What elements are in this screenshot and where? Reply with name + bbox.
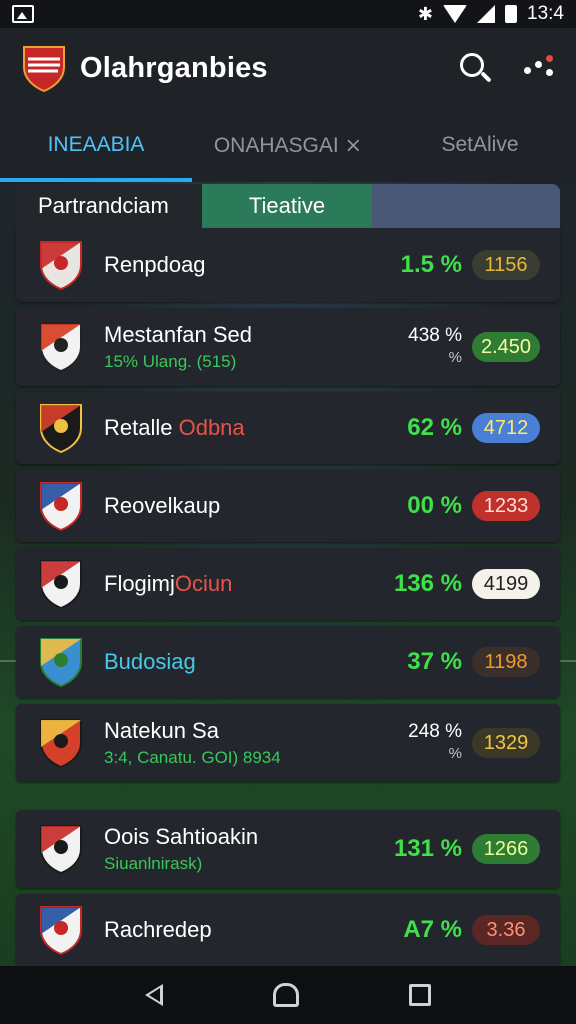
more-options-icon[interactable]: [522, 53, 556, 83]
percentage-value: 00 %: [407, 492, 462, 519]
back-icon[interactable]: [145, 984, 163, 1006]
team-name: Retalle Odbna: [104, 415, 245, 441]
score-badge: 1198: [472, 647, 540, 677]
recent-apps-icon[interactable]: [409, 984, 431, 1006]
team-row[interactable]: Mestanfan Sed 15% Ulang. (515) 438 %% 2.450: [16, 308, 560, 386]
segment-third[interactable]: [372, 184, 560, 228]
team-crest-icon: [38, 823, 84, 875]
team-subtitle: 3:4, Canatu. GOI) 8934: [104, 748, 281, 767]
team-name-text: Mestanfan Sed: [104, 322, 252, 347]
team-name-highlight: Ociun: [174, 571, 233, 596]
standings-panel: Partrandciam Tieative Renpdoag 1.5 % 1156 M…: [16, 184, 560, 966]
team-name: Budosiag: [104, 649, 196, 675]
team-percentage: A7 %: [403, 916, 462, 944]
team-crest-icon: [38, 636, 84, 688]
percentage-value: 1.5 %: [400, 251, 462, 278]
team-row[interactable]: Budosiag 37 % 1198: [16, 626, 560, 698]
score-badge: 1266: [472, 834, 540, 864]
team-row[interactable]: Reovelkaup 00 % 1233: [16, 470, 560, 542]
team-crest-icon: [38, 480, 84, 532]
tab-bar: INEAABIA ONAHASGAI ⨯ SetAlive: [0, 108, 576, 182]
score-badge: 2.450: [472, 332, 540, 362]
team-crest-icon: [38, 904, 84, 956]
team-percentage: 438 %%: [408, 325, 462, 369]
team-row[interactable]: Rachredep A7 % 3.36: [16, 894, 560, 966]
team-percentage: 248 %%: [408, 721, 462, 765]
app-title: Olahrganbies: [80, 51, 268, 84]
team-percentage: 00 %: [407, 492, 462, 520]
app-bar: Olahrganbies: [0, 28, 576, 108]
tab-setalive[interactable]: SetAlive: [384, 108, 576, 182]
team-percentage: 37 %: [407, 648, 462, 676]
search-icon[interactable]: [458, 51, 492, 85]
status-time: 13:4: [527, 3, 564, 24]
team-percentage: 62 %: [407, 414, 462, 442]
team-name-text: Reovelkaup: [104, 493, 221, 518]
segment-first[interactable]: Partrandciam: [16, 184, 202, 228]
team-name-text: Rachredep: [104, 917, 212, 942]
shield-logo-icon: [20, 43, 68, 93]
team-crest-icon: [38, 239, 84, 291]
tab-ineaabia[interactable]: INEAABIA: [0, 108, 192, 182]
team-name: Oois Sahtioakin: [104, 824, 258, 850]
team-percentage: 136 %: [394, 570, 462, 598]
team-crest-icon: [38, 321, 84, 373]
segment-second[interactable]: Tieative: [202, 184, 372, 228]
list-divider: [16, 782, 560, 804]
signal-icon: [477, 5, 496, 23]
score-badge: 1329: [472, 728, 540, 758]
score-badge: 4712: [472, 413, 540, 443]
team-name-text: Budosiag: [104, 649, 196, 674]
segment-control: Partrandciam Tieative: [16, 184, 560, 228]
team-name-text: Oois Sahtioakin: [104, 824, 259, 849]
team-row[interactable]: Natekun Sa 3:4, Canatu. GOI) 8934 248 %% 13…: [16, 704, 560, 782]
team-percentage: 131 %: [394, 835, 462, 863]
team-row[interactable]: Renpdoag 1.5 % 1156: [16, 228, 560, 302]
percentage-value: 248 %: [408, 721, 462, 742]
team-name: Reovelkaup: [104, 493, 220, 519]
team-name-highlight: Odbna: [178, 415, 245, 440]
team-name: Renpdoag: [104, 252, 206, 278]
team-name-text: Natekun Sa: [104, 718, 219, 743]
bluetooth-icon: ✱: [417, 3, 434, 24]
percentage-value: 131 %: [393, 835, 462, 862]
team-subtitle: Siuanlnirask): [104, 854, 203, 873]
navigation-bar: [0, 966, 576, 1024]
image-icon: [12, 5, 34, 23]
team-name-text: Renpdoag: [104, 252, 206, 277]
team-list: Renpdoag 1.5 % 1156 Mestanfan Sed 15% Ulang.…: [16, 228, 560, 966]
team-crest-icon: [38, 717, 84, 769]
percentage-sub: %: [448, 745, 462, 762]
percentage-value: A7 %: [403, 916, 462, 943]
percentage-value: 136 %: [393, 570, 462, 597]
team-row[interactable]: Oois Sahtioakin Siuanlnirask) 131 % 1266: [16, 810, 560, 888]
team-name: Rachredep: [104, 917, 212, 943]
team-row[interactable]: FlogimjOciun 136 % 4199: [16, 548, 560, 620]
percentage-value: 438 %: [408, 325, 462, 346]
team-name: Natekun Sa: [104, 718, 281, 744]
team-name-text: Retalle: [104, 415, 179, 440]
team-row[interactable]: Retalle Odbna 62 % 4712: [16, 392, 560, 464]
percentage-value: 62 %: [407, 414, 462, 441]
score-badge: 1156: [472, 250, 540, 280]
tab-onahasgai[interactable]: ONAHASGAI ⨯: [192, 108, 384, 182]
score-badge: 3.36: [472, 915, 540, 945]
score-badge: 4199: [472, 569, 540, 599]
team-subtitle: 15% Ulang. (515): [104, 352, 237, 371]
home-icon[interactable]: [273, 983, 299, 1007]
wifi-icon: [443, 5, 468, 23]
team-name: Mestanfan Sed: [104, 322, 252, 348]
team-crest-icon: [38, 558, 84, 610]
team-percentage: 1.5 %: [401, 251, 462, 279]
status-bar: ✱ 13:4: [0, 0, 576, 28]
battery-icon: [505, 5, 518, 23]
percentage-value: 37 %: [407, 648, 462, 675]
team-name-text: Flogimj: [104, 571, 175, 596]
team-name: FlogimjOciun: [104, 571, 232, 597]
team-crest-icon: [38, 402, 84, 454]
percentage-sub: %: [448, 349, 462, 366]
score-badge: 1233: [472, 491, 540, 521]
